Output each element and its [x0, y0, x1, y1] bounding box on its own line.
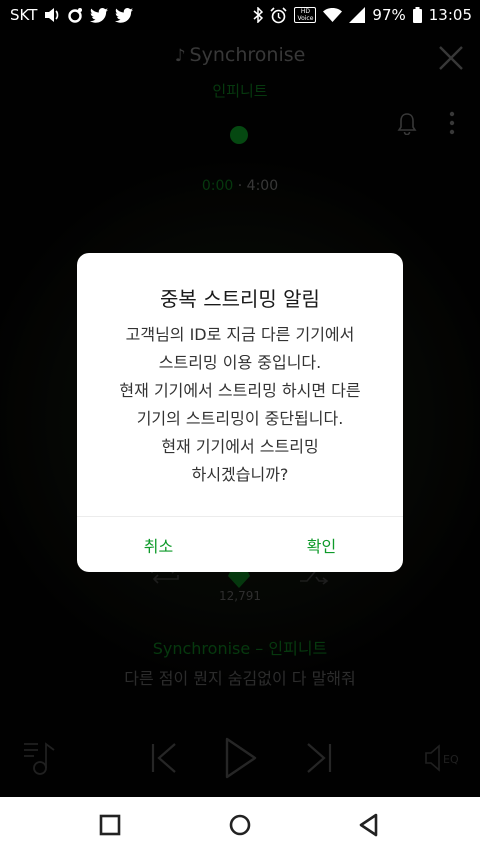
wifi-icon — [323, 8, 343, 22]
bluetooth-icon — [253, 7, 264, 23]
twitter-icon — [90, 7, 109, 23]
hd-voice-icon: HD Voice — [294, 7, 317, 23]
duplicate-streaming-dialog: 중복 스트리밍 알림 고객님의 ID로 지금 다른 기기에서 스트리밍 이용 중… — [77, 253, 403, 572]
dialog-message-line: 기기의 스트리밍이 중단됩니다. — [136, 409, 344, 428]
signal-icon — [349, 7, 366, 23]
alarm-icon — [270, 6, 288, 23]
dialog-message-line: 스트리밍 이용 중입니다. — [158, 353, 322, 372]
back-icon[interactable] — [356, 812, 382, 838]
battery-icon — [412, 7, 422, 23]
dialog-message-line: 현재 기기에서 스트리밍 — [161, 437, 319, 456]
twitter-icon — [115, 7, 134, 23]
clock: 13:05 — [428, 6, 472, 24]
dialog-message-line: 현재 기기에서 스트리밍 하시면 다른 — [119, 381, 361, 400]
dialog-message-line: 하시겠습니까? — [191, 465, 289, 484]
dialog-title: 중복 스트리밍 알림 — [160, 287, 320, 311]
navigation-bar — [0, 797, 480, 853]
confirm-button[interactable]: 확인 — [240, 517, 403, 572]
battery-percent: 97% — [372, 6, 406, 24]
app-icon — [68, 8, 83, 23]
carrier-label: SKT — [10, 6, 38, 24]
status-bar: SKT HD Voice 97% 13:05 — [0, 0, 480, 30]
dialog-message-line: 고객님의 ID로 지금 다른 기기에서 — [125, 325, 355, 344]
home-icon[interactable] — [227, 812, 253, 838]
volume-icon — [45, 8, 59, 22]
dialog-message: 고객님의 ID로 지금 다른 기기에서 스트리밍 이용 중입니다. 현재 기기에… — [77, 321, 403, 489]
cancel-button[interactable]: 취소 — [77, 517, 240, 572]
recent-apps-icon[interactable] — [97, 812, 123, 838]
